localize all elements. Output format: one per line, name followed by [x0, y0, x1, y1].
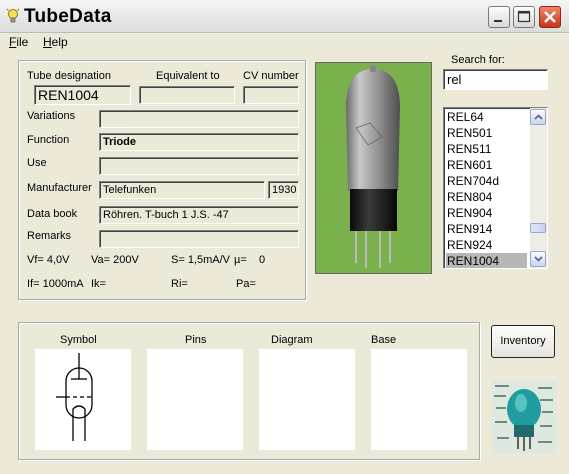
cv-number-field[interactable] — [243, 86, 299, 104]
variations-label: Variations — [27, 110, 76, 122]
year-field[interactable]: 1930 — [268, 181, 299, 199]
tube-designation-field[interactable]: REN1004 — [34, 85, 131, 105]
search-input[interactable]: rel — [443, 69, 548, 90]
close-button[interactable] — [539, 6, 561, 28]
ri-value: Ri= — [171, 278, 188, 290]
remarks-field[interactable] — [99, 230, 299, 248]
manufacturer-label: Manufacturer — [27, 182, 92, 194]
chevron-down-icon — [534, 256, 543, 262]
triode-symbol-icon — [56, 353, 93, 441]
function-label: Function — [27, 134, 70, 146]
list-item-selected[interactable]: REN1004 — [446, 253, 527, 268]
mu-value: 0 — [259, 254, 266, 266]
maximize-icon — [517, 10, 531, 23]
use-field[interactable] — [99, 157, 299, 175]
variations-field[interactable] — [99, 110, 299, 128]
ik-value: Ik= — [91, 278, 106, 290]
cv-number-label: CV number — [243, 70, 299, 82]
chevron-up-icon — [534, 114, 543, 120]
search-label: Search for: — [451, 54, 505, 66]
scroll-down-button[interactable] — [530, 251, 546, 267]
lightbulb-icon — [6, 8, 20, 23]
list-scrollbar[interactable] — [530, 108, 547, 268]
symbol-canvas — [35, 349, 131, 450]
tube-photo — [315, 62, 432, 274]
pins-label: Pins — [185, 334, 207, 346]
minimize-icon — [494, 20, 502, 22]
tube-designation-label: Tube designation — [27, 70, 111, 82]
maximize-button[interactable] — [513, 6, 535, 28]
menu-file[interactable]: File — [9, 35, 28, 49]
scroll-up-button[interactable] — [530, 109, 546, 125]
diagram-label: Diagram — [271, 334, 313, 346]
diagram-canvas — [259, 349, 355, 450]
close-icon — [544, 11, 556, 23]
mu-label: µ= — [234, 254, 247, 266]
remarks-label: Remarks — [27, 230, 72, 242]
tube-logo-icon — [492, 381, 556, 454]
equivalent-field[interactable] — [139, 86, 235, 104]
use-label: Use — [27, 157, 47, 169]
minimize-button[interactable] — [488, 6, 510, 28]
base-label: Base — [371, 334, 397, 346]
menu-bar — [0, 32, 569, 52]
app-logo — [492, 381, 556, 454]
inventory-button[interactable]: Inventory — [491, 325, 555, 358]
pins-canvas — [147, 349, 243, 450]
va-value: Va= 200V — [91, 254, 139, 266]
pa-value: Pa= — [236, 278, 256, 290]
scroll-thumb[interactable] — [530, 223, 546, 233]
window-title: TubeData — [24, 6, 112, 27]
search-input-value: rel — [447, 72, 462, 87]
function-field[interactable]: Triode — [99, 133, 299, 151]
data-book-label: Data book — [27, 208, 78, 220]
s-value: S= 1,5mA/V — [171, 254, 231, 266]
vacuum-tube-image — [316, 63, 431, 273]
symbol-label: Symbol — [60, 334, 97, 346]
base-canvas — [371, 349, 467, 450]
if-value: If= 1000mA — [27, 278, 84, 290]
vf-value: Vf= 4,0V — [27, 254, 70, 266]
data-book-field[interactable]: Röhren. T-buch 1 J.S. -47 — [99, 206, 299, 224]
search-results-list[interactable]: REL64 REN501 REN511 REN601 REN704d REN80… — [443, 107, 548, 269]
equivalent-label: Equivalent to — [156, 70, 220, 82]
manufacturer-field[interactable]: Telefunken — [99, 181, 265, 199]
menu-help[interactable]: Help — [43, 35, 68, 49]
